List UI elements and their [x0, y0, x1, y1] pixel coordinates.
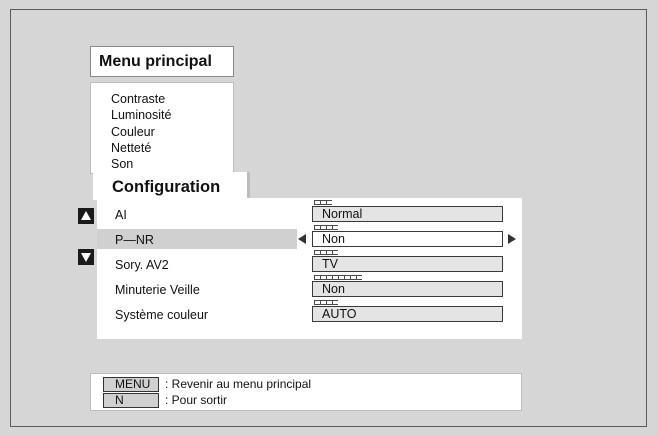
up-arrow-icon — [81, 211, 91, 220]
setting-row-ai[interactable]: AI Normal — [97, 200, 522, 226]
setting-value[interactable]: TV — [312, 256, 503, 272]
arrow-right-icon[interactable] — [508, 234, 516, 244]
setting-label: Minuterie Veille — [115, 283, 200, 297]
down-arrow-icon — [81, 253, 91, 262]
setting-value[interactable]: AUTO — [312, 306, 503, 322]
menu-item-configuration[interactable]: Configuration — [93, 172, 250, 200]
option-level-indicator — [314, 200, 332, 205]
setting-value[interactable]: Non — [312, 231, 503, 247]
menu-item-nettete[interactable]: Netteté — [111, 140, 233, 156]
setting-row-pnr[interactable]: P—NR Non — [97, 225, 522, 251]
option-level-indicator — [314, 250, 338, 255]
setting-label: AI — [115, 208, 127, 222]
help-text: : Pour sortir — [165, 393, 228, 407]
setting-row-sory-av2[interactable]: Sory. AV2 TV — [97, 250, 522, 276]
setting-row-minuterie-veille[interactable]: Minuterie Veille Non — [97, 275, 522, 301]
setting-label: P—NR — [115, 233, 154, 247]
help-text: : Revenir au menu principal — [165, 377, 312, 391]
arrow-left-icon[interactable] — [298, 234, 306, 244]
menu-item-contraste[interactable]: Contraste — [111, 91, 233, 107]
setting-value[interactable]: Non — [312, 281, 503, 297]
menu-key[interactable]: MENU — [103, 377, 159, 392]
configuration-panel: AI Normal P—NR Non Sory. AV2 TV Minuteri… — [97, 198, 522, 339]
menu-item-couleur[interactable]: Couleur — [111, 124, 233, 140]
option-level-indicator — [314, 225, 338, 230]
menu-item-son[interactable]: Son — [111, 156, 233, 172]
setting-label: Système couleur — [115, 308, 209, 322]
setting-row-systeme-couleur[interactable]: Système couleur AUTO — [97, 300, 522, 326]
menu-title: Menu principal — [90, 46, 234, 77]
menu-item-luminosite[interactable]: Luminosité — [111, 107, 233, 123]
scroll-up-button[interactable] — [78, 208, 94, 224]
option-level-indicator — [314, 300, 338, 305]
help-box: MENU : Revenir au menu principal N : Pou… — [90, 373, 522, 411]
setting-value[interactable]: Normal — [312, 206, 503, 222]
scroll-down-button[interactable] — [78, 249, 94, 265]
exit-key[interactable]: N — [103, 393, 159, 408]
main-menu-list: Contraste Luminosité Couleur Netteté Son — [90, 82, 234, 174]
option-level-indicator — [314, 275, 362, 280]
setting-label: Sory. AV2 — [115, 258, 169, 272]
